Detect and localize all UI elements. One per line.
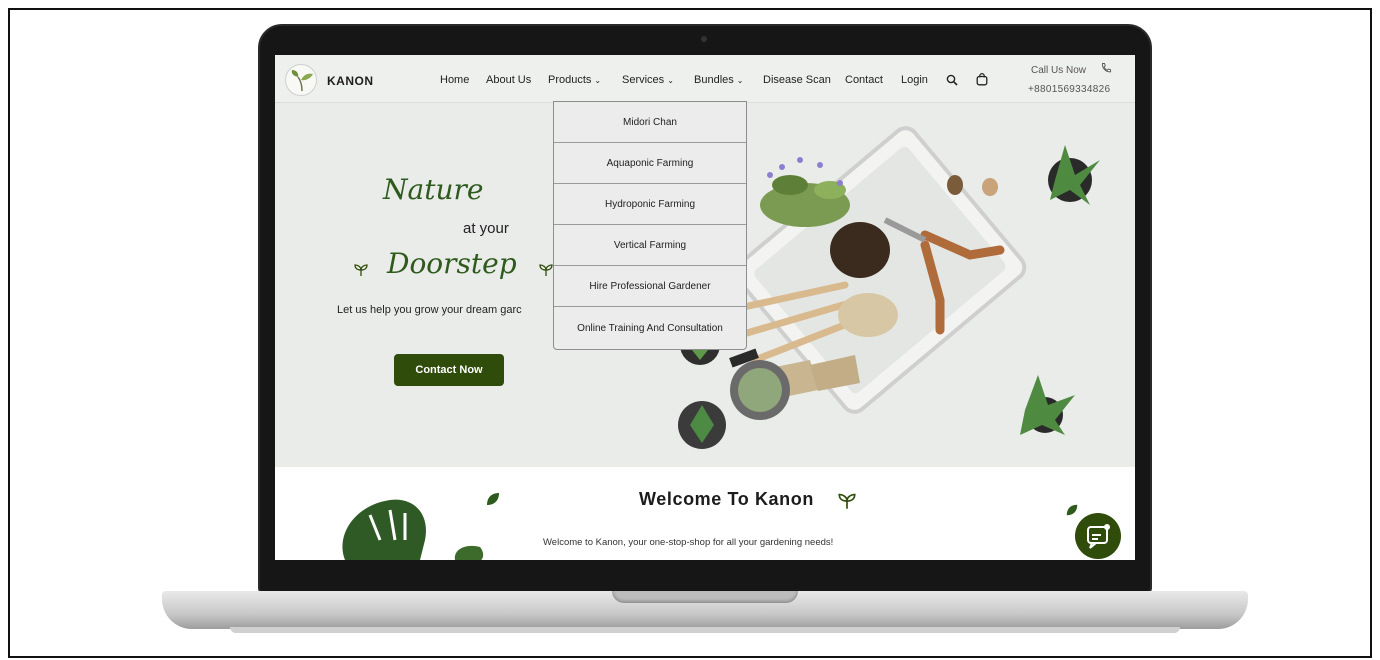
hero-title-line1: Nature [383, 173, 484, 206]
leaf-icon [487, 493, 499, 505]
hero-title-line3: Doorstep [387, 247, 517, 280]
nav-products[interactable]: Products ⌄ [548, 74, 601, 86]
phone-icon[interactable] [1100, 62, 1112, 74]
nav-login[interactable]: Login [901, 74, 928, 86]
search-icon[interactable] [946, 74, 958, 86]
dropdown-item-hire-gardener[interactable]: Hire Professional Gardener [554, 266, 746, 307]
monstera-leaf-image [342, 499, 484, 560]
chevron-down-icon: ⌄ [594, 76, 602, 85]
welcome-text: Welcome to Kanon, your one-stop-shop for… [543, 537, 834, 548]
contact-now-button[interactable]: Contact Now [394, 354, 504, 386]
nav-services[interactable]: Services ⌄ [622, 74, 674, 86]
dropdown-item-midori-chan[interactable]: Midori Chan [554, 102, 746, 143]
dropdown-item-online-training[interactable]: Online Training And Consultation [554, 307, 746, 349]
nav-disease-scan[interactable]: Disease Scan [763, 74, 831, 86]
call-label: Call Us Now [1031, 65, 1087, 76]
chevron-down-icon: ⌄ [667, 76, 674, 85]
services-dropdown: Midori Chan Aquaponic Farming Hydroponic… [553, 101, 747, 350]
nav-bundles[interactable]: Bundles ⌄ [694, 74, 743, 86]
welcome-title: Welcome To Kanon [639, 489, 814, 509]
nav-about-us[interactable]: About Us [486, 74, 531, 86]
call-number[interactable]: +8801569334826 [1028, 84, 1110, 95]
dropdown-item-aquaponic-farming[interactable]: Aquaponic Farming [554, 143, 746, 184]
chat-icon [1087, 524, 1110, 549]
laptop-camera [701, 36, 707, 42]
sprout-logo-icon [291, 70, 313, 92]
brand-name[interactable]: KANON [327, 74, 374, 88]
laptop-screen: KANON Home About Us Products ⌄ Services ⌄ … [275, 55, 1135, 560]
hero-subtitle: Let us help you grow your dream garc [337, 304, 522, 316]
dropdown-item-vertical-farming[interactable]: Vertical Farming [554, 225, 746, 266]
top-nav: KANON Home About Us Products ⌄ Services ⌄ … [275, 55, 1135, 103]
sprout-icon [838, 493, 856, 509]
chevron-down-icon: ⌄ [736, 76, 744, 85]
sprout-icon [539, 264, 553, 276]
sprout-icon [354, 264, 368, 276]
dropdown-item-hydroponic-farming[interactable]: Hydroponic Farming [554, 184, 746, 225]
hero-title-line2: at your [463, 220, 509, 237]
chat-button[interactable] [1075, 513, 1121, 559]
nav-home[interactable]: Home [440, 74, 469, 86]
shopping-bag-icon[interactable] [976, 72, 988, 86]
nav-contact[interactable]: Contact [845, 74, 883, 86]
logo[interactable] [285, 64, 317, 96]
laptop-base-shadow [230, 627, 1180, 633]
laptop-trackpad-notch [612, 591, 798, 603]
